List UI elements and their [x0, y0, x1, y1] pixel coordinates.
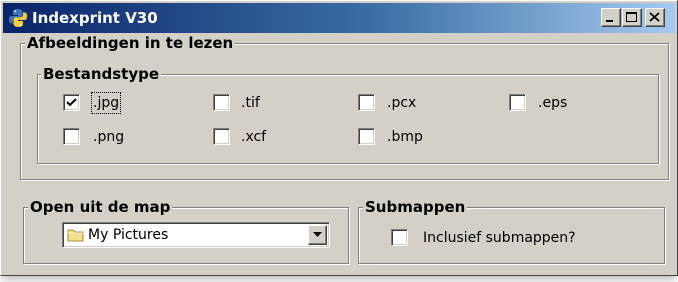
label-xcf[interactable]: .xcf: [241, 128, 266, 146]
checkbox-bmp[interactable]: [358, 128, 375, 145]
checkbox-pcx[interactable]: [358, 94, 375, 111]
close-button[interactable]: [645, 8, 665, 27]
checkmark-icon: [66, 98, 77, 107]
minimize-icon: [606, 20, 613, 22]
maximize-button[interactable]: [622, 8, 642, 27]
label-bmp[interactable]: .bmp: [387, 128, 423, 146]
images-to-load-group: Afbeeldingen in te lezen Bestandstype .j…: [20, 34, 669, 180]
label-eps[interactable]: .eps: [538, 94, 567, 112]
label-pcx[interactable]: .pcx: [387, 94, 416, 112]
checkbox-xcf[interactable]: [213, 128, 230, 145]
checkbox-include-subfolders[interactable]: [391, 229, 408, 246]
open-folder-group: Open uit de map My Pictures: [23, 198, 349, 264]
file-type-group: Bestandstype .jpg .tif .pcx .eps .png .x…: [37, 65, 659, 164]
close-icon: [649, 12, 660, 22]
subfolders-legend: Submappen: [363, 198, 468, 216]
minimize-button[interactable]: [601, 8, 621, 27]
label-include-subfolders[interactable]: Inclusief submappen?: [423, 229, 576, 247]
folder-dropdown-button[interactable]: [308, 225, 327, 245]
checkbox-tif[interactable]: [213, 94, 230, 111]
checkbox-jpg[interactable]: [63, 94, 80, 111]
title-bar[interactable]: Indexprint V30: [3, 3, 675, 33]
label-jpg[interactable]: .jpg: [90, 92, 122, 114]
checkbox-png[interactable]: [63, 128, 80, 145]
window-title: Indexprint V30: [32, 9, 158, 27]
main-window: Indexprint V30 Afbeeldingen in te lezen …: [0, 0, 678, 276]
checkbox-eps[interactable]: [509, 94, 526, 111]
python-icon: [9, 9, 27, 27]
chevron-down-icon: [313, 232, 322, 237]
open-folder-legend: Open uit de map: [28, 198, 173, 216]
folder-combobox-value: My Pictures: [88, 227, 169, 243]
folder-icon: [67, 229, 84, 242]
label-png[interactable]: .png: [93, 128, 124, 146]
file-type-legend: Bestandstype: [41, 65, 162, 83]
subfolders-group: Submappen Inclusief submappen?: [358, 198, 665, 264]
maximize-icon: [626, 12, 637, 22]
folder-combobox[interactable]: My Pictures: [62, 222, 330, 248]
images-to-load-legend: Afbeeldingen in te lezen: [25, 34, 236, 52]
label-tif[interactable]: .tif: [241, 94, 260, 112]
